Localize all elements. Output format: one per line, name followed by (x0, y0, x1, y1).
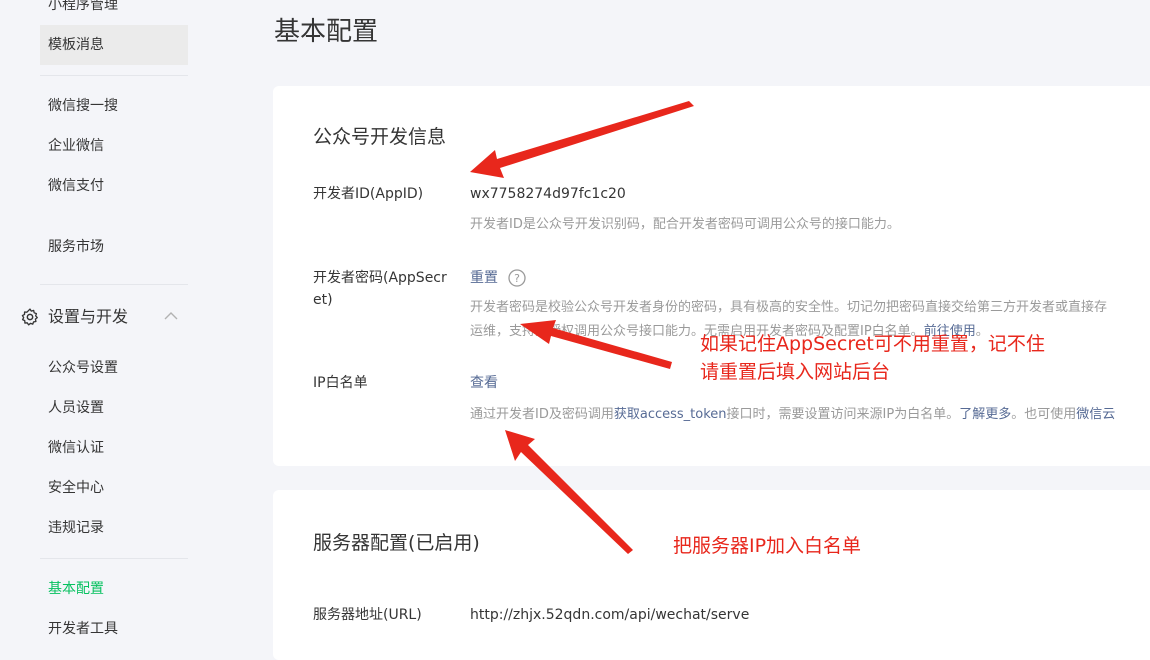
appid-label: 开发者ID(AppID) (313, 186, 424, 202)
ip-desc-text: 通过开发者ID及密码调用 (470, 407, 614, 422)
ip-whitelist-label: IP白名单 (313, 375, 368, 391)
sidebar-item-miniprogram[interactable]: 小程序管理 (40, 0, 188, 25)
svg-text:?: ? (515, 272, 521, 285)
ip-whitelist-description: 通过开发者ID及密码调用获取access_token接口时，需要设置访问来源IP… (470, 403, 1150, 427)
secret-row: 重置 ? (470, 267, 527, 289)
sidebar-item-wechat-verification[interactable]: 微信认证 (40, 428, 188, 468)
sidebar-group-settings-dev[interactable]: 设置与开发 (0, 297, 190, 337)
secret-label: 开发者密码(AppSecret) (313, 270, 447, 308)
sidebar-item-basic-config[interactable]: 基本配置 (40, 569, 188, 609)
appid-description: 开发者ID是公众号开发识别码，配合开发者密码可调用公众号的接口能力。 (470, 217, 900, 232)
sidebar-item-wecom[interactable]: 企业微信 (40, 126, 188, 166)
sidebar-item-member-settings[interactable]: 人员设置 (40, 388, 188, 428)
sidebar-item-wechat-pay[interactable]: 微信支付 (40, 166, 188, 206)
wechat-cloud-link[interactable]: 微信云 (1076, 407, 1115, 422)
sidebar-item-developer-tools[interactable]: 开发者工具 (40, 609, 188, 649)
chevron-up-icon[interactable] (164, 311, 178, 321)
sidebar-divider (40, 558, 188, 559)
sidebar-item-wechat-search[interactable]: 微信搜一搜 (40, 86, 188, 126)
secret-description-line1: 开发者密码是校验公众号开发者身份的密码，具有极高的安全性。切记勿把密码直接交给第… (470, 300, 1108, 315)
annotation-secret-line2: 请重置后填入网站后台 (700, 361, 891, 383)
ip-desc-text: 接口时，需要设置访问来源IP为白名单。 (726, 407, 960, 422)
sidebar-item-service-market[interactable]: 服务市场 (40, 227, 188, 267)
sidebar-item-security-center[interactable]: 安全中心 (40, 468, 188, 508)
server-url-label: 服务器地址(URL) (313, 607, 422, 623)
annotation-ip: 把服务器IP加入白名单 (673, 535, 862, 557)
ip-whitelist-row: 查看 (470, 372, 498, 394)
section-title: 公众号开发信息 (313, 126, 447, 148)
server-url-value: http://zhjx.52qdn.com/api/wechat/serve (470, 607, 750, 623)
sidebar: 小程序管理 模板消息 微信搜一搜 企业微信 微信支付 服务市场 设置与开发 公众… (0, 0, 210, 637)
access-token-link[interactable]: 获取access_token (614, 407, 727, 422)
sidebar-divider (40, 284, 188, 285)
appid-value: wx7758274d97fc1c20 (470, 186, 626, 202)
section-title: 服务器配置(已启用) (313, 532, 480, 554)
sidebar-divider (40, 75, 188, 76)
dev-info-card: 公众号开发信息 开发者ID(AppID) wx7758274d97fc1c20 … (273, 86, 1150, 466)
page-title: 基本配置 (274, 17, 379, 47)
sidebar-item-account-settings[interactable]: 公众号设置 (40, 348, 188, 388)
reset-secret-link[interactable]: 重置 (470, 270, 498, 286)
view-ip-whitelist-link[interactable]: 查看 (470, 375, 498, 391)
ip-desc-text: 。也可使用 (1011, 407, 1077, 422)
annotation-secret-line1: 如果记住AppSecret可不用重置，记不住 (700, 333, 1045, 355)
help-icon[interactable]: ? (508, 269, 527, 287)
sidebar-item-template-message[interactable]: 模板消息 (40, 25, 188, 65)
gear-icon (21, 308, 38, 326)
server-config-card: 服务器配置(已启用) 服务器地址(URL) http://zhjx.52qdn.… (273, 490, 1150, 660)
sidebar-item-violation-records[interactable]: 违规记录 (40, 508, 188, 548)
learn-more-link[interactable]: 了解更多 (959, 407, 1011, 422)
sidebar-group-label: 设置与开发 (48, 307, 129, 326)
